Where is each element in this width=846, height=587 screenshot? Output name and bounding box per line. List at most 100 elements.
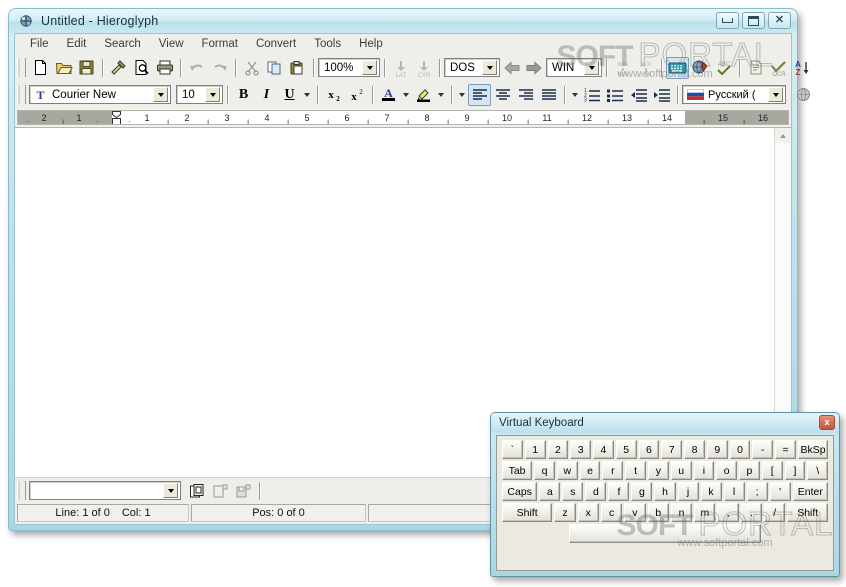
new-document-icon[interactable] <box>29 57 52 79</box>
align-center-icon[interactable] <box>491 84 514 106</box>
left-indent-marker[interactable] <box>112 111 121 124</box>
encoding-to-combo[interactable]: WIN <box>546 58 602 77</box>
encoding-to-dropdown-arrow[interactable] <box>584 60 599 75</box>
font-color-dropdown-arrow[interactable] <box>403 92 409 97</box>
close-button[interactable]: ✕ <box>768 12 791 29</box>
list-dropdown-arrow[interactable] <box>572 92 578 97</box>
key-b[interactable]: b <box>647 503 669 522</box>
key-c[interactable]: c <box>600 503 623 522</box>
font-name-combo[interactable]: T Courier New <box>29 85 171 104</box>
highlight-icon[interactable] <box>412 84 435 106</box>
style-dropdown-arrow[interactable] <box>163 483 178 498</box>
key-k[interactable]: k <box>700 482 722 501</box>
toolbar-grip[interactable] <box>17 58 26 77</box>
menu-format[interactable]: Format <box>193 36 247 52</box>
save-page-icon[interactable] <box>232 480 255 502</box>
font-color-icon[interactable]: A <box>377 84 400 106</box>
key-4[interactable]: 4 <box>593 440 614 459</box>
paste-icon[interactable] <box>286 57 309 79</box>
menu-tools[interactable]: Tools <box>305 36 350 52</box>
tools-hammer-icon[interactable] <box>107 57 130 79</box>
encoding-from-dropdown-arrow[interactable] <box>482 60 497 75</box>
align-dropdown-arrow[interactable] <box>459 92 465 97</box>
redo-icon[interactable] <box>208 57 231 79</box>
maximize-button[interactable] <box>742 12 765 29</box>
numbered-list-icon[interactable]: 123 <box>581 84 604 106</box>
zoom-combo[interactable]: 100% <box>318 58 380 77</box>
zoom-dropdown-arrow[interactable] <box>362 60 377 75</box>
key-backspace[interactable]: BkSp <box>797 440 829 459</box>
menu-view[interactable]: View <box>150 36 193 52</box>
key-9[interactable]: 9 <box>706 440 728 459</box>
menu-file[interactable]: File <box>21 36 58 52</box>
key-j[interactable]: j <box>677 482 699 501</box>
key-t[interactable]: t <box>625 461 646 480</box>
align-justify-icon[interactable] <box>537 84 560 106</box>
key-v[interactable]: v <box>624 503 646 522</box>
key-x[interactable]: x <box>577 503 599 522</box>
key-r[interactable]: r <box>602 461 624 480</box>
style-combo[interactable] <box>29 481 181 500</box>
key-shift-right[interactable]: Shift <box>787 503 829 522</box>
key-y[interactable]: y <box>647 461 669 480</box>
font-size-combo[interactable]: 10 <box>176 85 223 104</box>
italic-button[interactable]: I <box>255 84 278 106</box>
scroll-up-button[interactable] <box>775 128 791 143</box>
menu-edit[interactable]: Edit <box>58 36 96 52</box>
key-n[interactable]: n <box>670 503 693 522</box>
key-quote[interactable]: ' <box>769 482 791 501</box>
virtual-keyboard-icon[interactable] <box>666 56 689 79</box>
menu-help[interactable]: Help <box>350 36 392 52</box>
increase-indent-icon[interactable] <box>650 84 673 106</box>
key-minus[interactable]: - <box>752 440 774 459</box>
language-dropdown-arrow[interactable] <box>768 87 783 102</box>
key-a[interactable]: a <box>539 482 561 501</box>
key-7[interactable]: 7 <box>661 440 683 459</box>
key-s[interactable]: s <box>562 482 584 501</box>
key-u[interactable]: u <box>670 461 692 480</box>
key-equals[interactable]: = <box>775 440 796 459</box>
font-name-dropdown-arrow[interactable] <box>153 87 168 102</box>
key-3[interactable]: 3 <box>570 440 592 459</box>
document-properties-icon[interactable] <box>744 57 767 79</box>
win-koi-icon[interactable]: WIN KOI <box>611 57 634 79</box>
key-g[interactable]: g <box>631 482 653 501</box>
menu-search[interactable]: Search <box>95 36 149 52</box>
key-h[interactable]: h <box>654 482 676 501</box>
superscript-button[interactable]: x2 <box>345 84 368 106</box>
language-combo[interactable]: Русский ( <box>682 85 786 104</box>
key-5[interactable]: 5 <box>615 440 637 459</box>
key-semicolon[interactable]: ; <box>746 482 768 501</box>
minimize-button[interactable] <box>716 12 739 29</box>
copy-icon[interactable] <box>263 57 286 79</box>
key-backslash[interactable]: \ <box>807 461 829 480</box>
key-o[interactable]: o <box>716 461 738 480</box>
key-comma[interactable]: , <box>717 503 739 522</box>
arrow-left-icon[interactable] <box>500 57 523 79</box>
cut-scissors-icon[interactable] <box>240 57 263 79</box>
toolbar-grip[interactable] <box>17 481 26 500</box>
export-page-icon[interactable] <box>209 480 232 502</box>
font-size-dropdown-arrow[interactable] <box>205 87 220 102</box>
highlight-dropdown-arrow[interactable] <box>438 92 444 97</box>
key-0[interactable]: 0 <box>729 440 751 459</box>
align-right-icon[interactable] <box>514 84 537 106</box>
key-e[interactable]: e <box>579 461 601 480</box>
key-w[interactable]: w <box>556 461 578 480</box>
arrow-right-icon[interactable] <box>523 57 546 79</box>
ruler[interactable]: 2 1 1 2 3 4 5 6 7 8 9 10 11 12 13 14 15 <box>17 110 789 125</box>
align-left-icon[interactable] <box>468 83 491 106</box>
key-6[interactable]: 6 <box>638 440 660 459</box>
key-z[interactable]: z <box>554 503 576 522</box>
key-bracket-right[interactable]: ] <box>784 461 806 480</box>
key-q[interactable]: q <box>534 461 555 480</box>
bold-button[interactable]: B <box>232 84 255 106</box>
key-8[interactable]: 8 <box>684 440 705 459</box>
key-l[interactable]: l <box>723 482 745 501</box>
subscript-button[interactable]: x2 <box>322 84 345 106</box>
key-tab[interactable]: Tab <box>502 461 533 480</box>
key-f[interactable]: f <box>608 482 630 501</box>
bulleted-list-icon[interactable] <box>604 84 627 106</box>
virtual-keyboard-close-button[interactable]: x <box>819 415 835 430</box>
key-2[interactable]: 2 <box>547 440 569 459</box>
